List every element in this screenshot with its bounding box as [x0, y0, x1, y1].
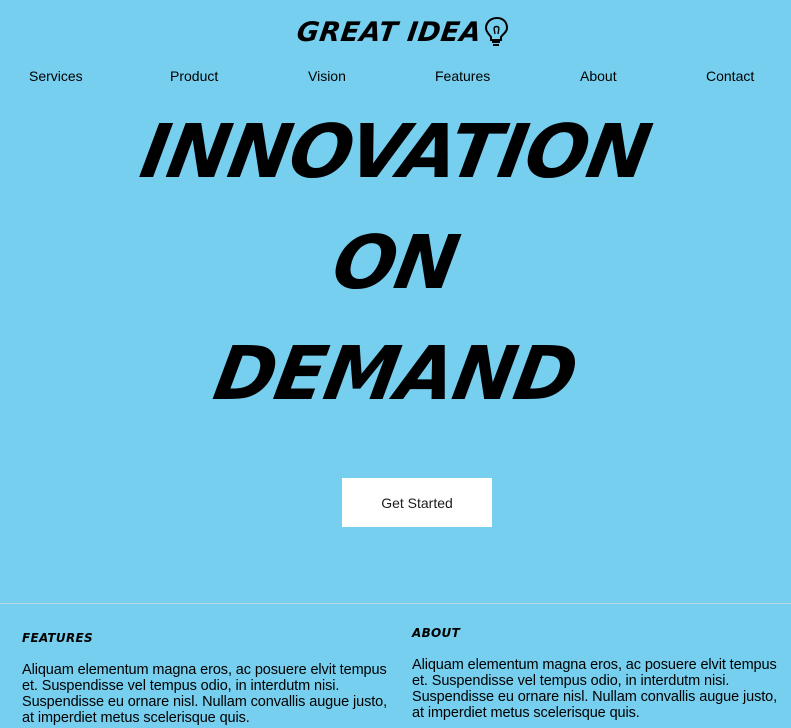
nav-item-contact[interactable]: Contact	[706, 66, 754, 86]
features-heading: FEATURES	[22, 631, 93, 645]
nav-item-about[interactable]: About	[580, 66, 617, 86]
nav-item-vision[interactable]: Vision	[308, 66, 346, 86]
nav-item-services[interactable]: Services	[29, 66, 83, 86]
about-body: Aliquam elementum magna eros, ac posuere…	[412, 657, 778, 721]
lightbulb-icon	[483, 16, 511, 48]
nav-item-product[interactable]: Product	[170, 66, 218, 86]
site-logo[interactable]: GREAT IDEA	[294, 15, 511, 49]
about-heading: ABOUT	[412, 626, 461, 640]
hero-line-1: INNOVATION	[134, 109, 657, 195]
logo-text: GREAT IDEA	[294, 16, 484, 48]
hero-line-2: ON	[326, 220, 465, 306]
get-started-button[interactable]: Get Started	[342, 478, 492, 527]
features-body: Aliquam elementum magna eros, ac posuere…	[22, 662, 388, 726]
hero-line-3: DEMAND	[207, 331, 584, 417]
nav-item-features[interactable]: Features	[435, 66, 490, 86]
section-divider	[0, 603, 791, 604]
